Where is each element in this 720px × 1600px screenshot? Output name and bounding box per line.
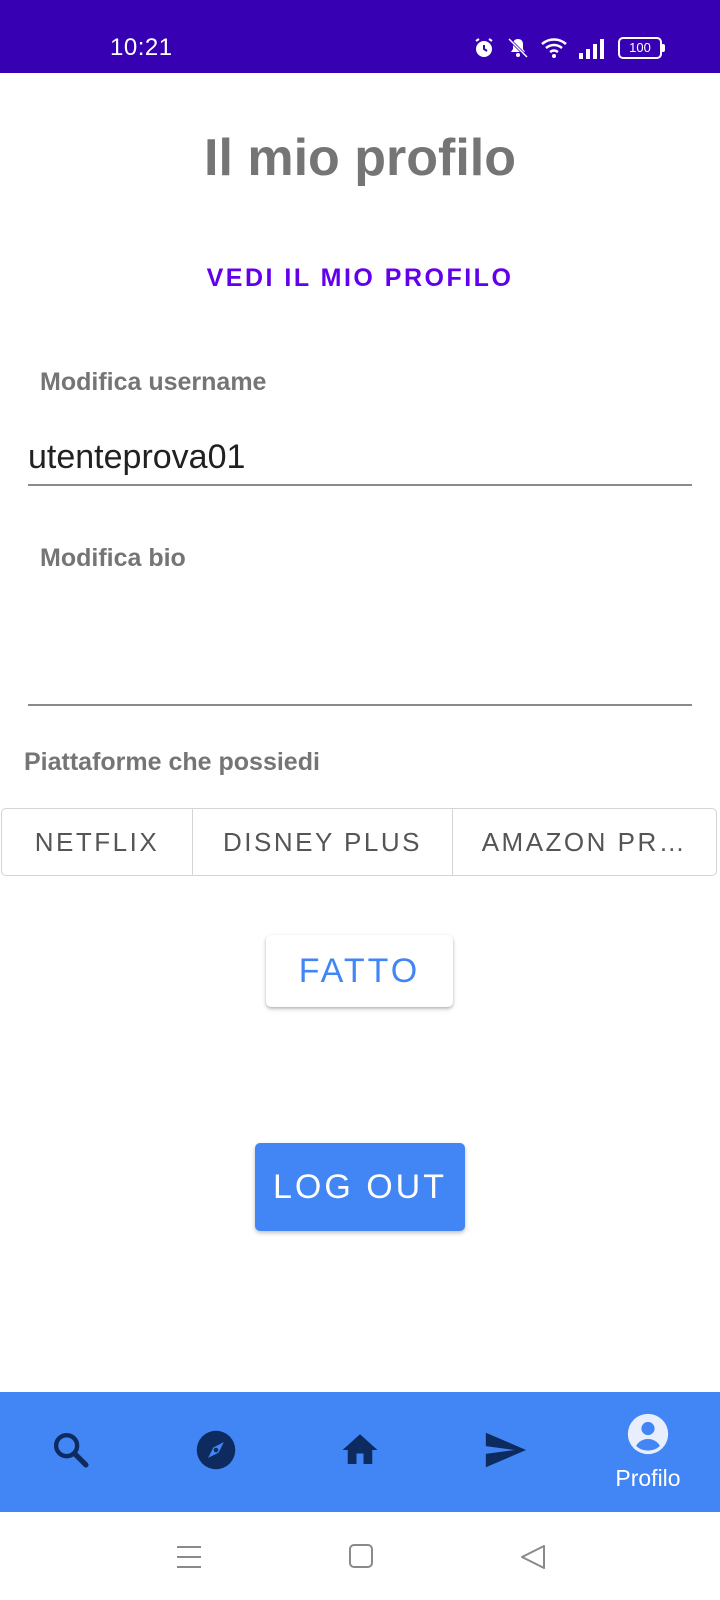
status-time: 10:21 [110,34,173,61]
notifications-off-icon [506,36,530,60]
system-nav-bar [0,1512,720,1600]
logout-button[interactable]: LOG OUT [255,1143,465,1231]
nav-item-search[interactable] [21,1392,121,1512]
battery-icon: 100 [618,37,665,59]
platforms-label: Piattaforme che possiedi [24,748,320,776]
platform-toggle-disney-plus[interactable]: DISNEY PLUS [193,809,453,875]
status-bar: 10:21 100 [0,0,720,73]
platform-toggle-amazon-prime[interactable]: AMAZON PR… [453,809,716,875]
alarm-icon [472,36,496,60]
nav-item-profile[interactable]: Profilo [598,1392,698,1512]
bio-label: Modifica bio [40,544,186,572]
status-icons: 100 [472,34,665,62]
page-title: Il mio profilo [204,129,516,187]
username-input[interactable] [28,430,692,486]
nav-item-send[interactable] [455,1392,555,1512]
nav-label-profile: Profilo [615,1465,681,1491]
recents-menu-icon[interactable] [176,1544,202,1575]
signal-icon [578,37,608,59]
nav-item-home[interactable] [310,1392,410,1512]
send-icon [482,1427,528,1478]
back-triangle-icon[interactable] [520,1544,546,1575]
view-profile-link[interactable]: VEDI IL MIO PROFILO [0,264,720,293]
username-label: Modifica username [40,368,267,396]
search-icon [50,1429,92,1476]
account-circle-icon [626,1412,670,1461]
nav-item-explore[interactable] [166,1392,266,1512]
platforms-toggle-group: NETFLIX DISNEY PLUS AMAZON PR… [1,808,717,876]
home-square-icon[interactable] [349,1544,373,1573]
bottom-nav: Profilo [0,1392,720,1512]
home-icon [339,1429,381,1476]
bio-input[interactable] [28,594,692,706]
done-button[interactable]: FATTO [266,935,453,1007]
wifi-icon [540,36,568,60]
compass-icon [195,1429,237,1476]
platform-toggle-netflix[interactable]: NETFLIX [2,809,193,875]
